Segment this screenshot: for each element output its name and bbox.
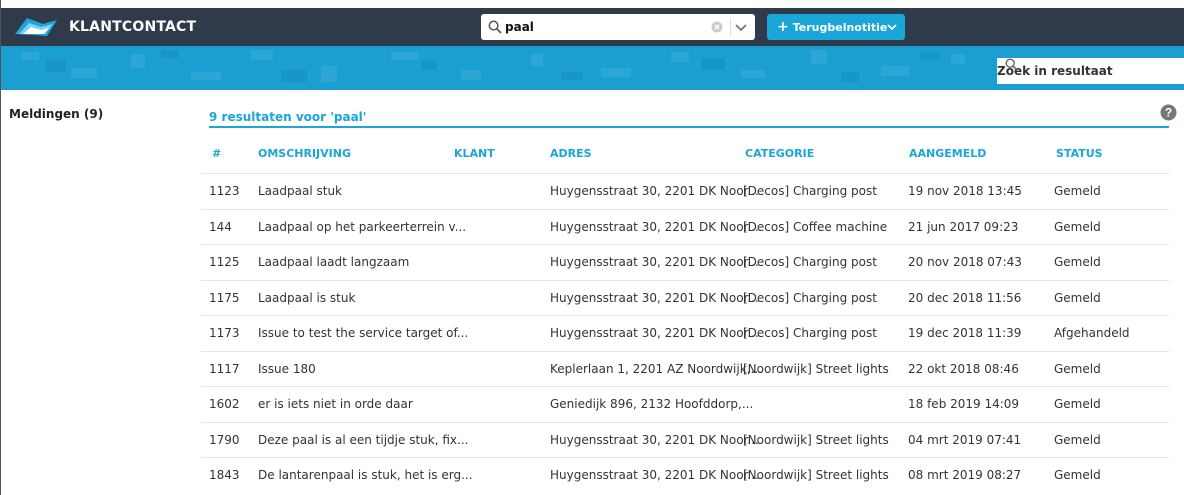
cell-id: 1602 (209, 397, 240, 411)
result-filter-input[interactable]: Zoek in resultaat (997, 58, 1184, 84)
cell-id: 144 (209, 219, 232, 234)
cell-id: 1117 (209, 361, 240, 376)
cell-id: 1175 (209, 290, 240, 305)
cell-address: Keplerlaan 1, 2201 AZ Noordwijk,... (550, 361, 762, 376)
search-input[interactable]: paal (505, 20, 709, 34)
cell-status: Gemeld (1054, 255, 1101, 269)
cell-reported: 20 nov 2018 07:43 (908, 255, 1022, 269)
cell-status: Gemeld (1054, 432, 1101, 447)
sidebar-item-meldingen[interactable]: Meldingen (9) (9, 107, 103, 121)
cell-reported: 22 okt 2018 08:46 (908, 361, 1019, 376)
column-header-address[interactable]: ADRES (550, 147, 592, 160)
table-row[interactable]: 1843 De lantarenpaal is stuk, het is erg… (201, 457, 1169, 493)
table-row[interactable]: 1602 er is iets niet in orde daar Genied… (201, 386, 1169, 422)
table-header: # OMSCHRIJVING KLANT ADRES CATEGORIE AAN… (209, 147, 1169, 161)
cell-status: Gemeld (1054, 361, 1101, 376)
column-header-category[interactable]: CATEGORIE (745, 147, 814, 160)
cell-category: [Noordwijk] Street lights (743, 468, 889, 482)
cell-reported: 20 dec 2018 11:56 (908, 290, 1022, 305)
column-header-customer[interactable]: KLANT (454, 147, 495, 160)
cell-address: Huygensstraat 30, 2201 DK Noor... (550, 432, 759, 447)
cell-category: [Decos] Charging post (743, 184, 877, 198)
cell-description: er is iets niet in orde daar (258, 397, 413, 411)
cell-reported: 04 mrt 2019 07:41 (908, 432, 1022, 447)
app-name: KLANTCONTACT (69, 19, 197, 35)
help-icon[interactable]: ? (1160, 104, 1177, 121)
search-divider (730, 18, 731, 36)
cell-reported: 08 mrt 2019 08:27 (908, 468, 1022, 482)
cell-description: De lantarenpaal is stuk, het is erg... (258, 468, 473, 482)
cell-description: Issue to test the service target of... (258, 326, 469, 340)
cell-description: Laadpaal op het parkeerterrein v... (258, 219, 467, 234)
cell-id: 1843 (209, 468, 240, 482)
cell-description: Laadpaal laadt langzaam (258, 255, 410, 269)
table-row[interactable]: 1173 Issue to test the service target of… (201, 315, 1169, 351)
cell-reported: 19 dec 2018 11:39 (908, 326, 1022, 340)
clear-icon[interactable] (709, 19, 725, 35)
cell-category: [Decos] Coffee machine (743, 219, 888, 234)
create-menu-toggle[interactable] (879, 14, 905, 40)
table-row[interactable]: 1790 Deze paal is al een tijdje stuk, fi… (201, 421, 1169, 458)
column-header-status[interactable]: STATUS (1056, 147, 1103, 160)
add-callback-note-label: Terugbelnotitie (792, 20, 888, 34)
chevron-down-icon (887, 24, 897, 31)
table-row[interactable]: 1123 Laadpaal stuk Huygensstraat 30, 220… (201, 173, 1169, 209)
results-title: 9 resultaten voor 'paal' (209, 110, 367, 124)
cell-status: Gemeld (1054, 468, 1101, 482)
cell-id: 1123 (209, 184, 240, 198)
cell-description: Laadpaal stuk (258, 184, 342, 198)
cell-description: Deze paal is al een tijdje stuk, fix... (258, 432, 469, 447)
cell-description: Laadpaal is stuk (258, 290, 356, 305)
results-header: 9 resultaten voor 'paal' (209, 106, 1169, 128)
cell-status: Gemeld (1054, 184, 1101, 198)
cell-address: Huygensstraat 30, 2201 DK Noor... (550, 290, 759, 305)
cell-address: Huygensstraat 30, 2201 DK Noor... (550, 255, 759, 269)
cell-status: Gemeld (1054, 219, 1101, 234)
svg-text:?: ? (1165, 106, 1172, 120)
cell-category: [Noordwijk] Street lights (743, 361, 889, 376)
cell-id: 1125 (209, 255, 240, 269)
plus-icon: + (777, 19, 789, 35)
results-table-body: 1123 Laadpaal stuk Huygensstraat 30, 220… (201, 173, 1169, 493)
table-row[interactable]: 1117 Issue 180 Keplerlaan 1, 2201 AZ Noo… (201, 350, 1169, 387)
cell-category: [Decos] Charging post (743, 290, 877, 305)
cell-category: [Noordwijk] Street lights (743, 432, 889, 447)
cell-category: [Decos] Charging post (743, 326, 877, 340)
add-callback-note-button[interactable]: + Terugbelnotitie (767, 14, 905, 40)
chevron-down-icon[interactable] (734, 20, 748, 34)
cell-status: Afgehandeld (1054, 326, 1130, 340)
table-row[interactable]: 1125 Laadpaal laadt langzaam Huygensstra… (201, 244, 1169, 280)
search-banner: Zoek in resultaat (1, 46, 1184, 90)
cell-address: Huygensstraat 30, 2201 DK Noor... (550, 326, 759, 340)
brand[interactable]: KLANTCONTACT (13, 8, 196, 46)
app-frame: KLANTCONTACT paal + Terugbelnotitie Zoek… (0, 0, 1184, 495)
search-icon (1005, 58, 1018, 71)
table-row[interactable]: 1175 Laadpaal is stuk Huygensstraat 30, … (201, 279, 1169, 316)
cell-address: Huygensstraat 30, 2201 DK Noor... (550, 468, 759, 482)
column-header-id[interactable]: # (212, 147, 221, 160)
cell-id: 1173 (209, 326, 240, 340)
cell-description: Issue 180 (258, 361, 316, 376)
cell-status: Gemeld (1054, 290, 1101, 305)
cell-address: Huygensstraat 30, 2201 DK Noor... (550, 184, 759, 198)
cell-status: Gemeld (1054, 397, 1101, 411)
cell-id: 1790 (209, 432, 240, 447)
app-logo-icon (15, 18, 57, 36)
cell-address: Geniedijk 896, 2132 Hoofddorp,... (550, 397, 754, 411)
column-header-description[interactable]: OMSCHRIJVING (258, 147, 351, 160)
cell-address: Huygensstraat 30, 2201 DK Noor... (550, 219, 759, 234)
top-bar: KLANTCONTACT paal + Terugbelnotitie (1, 8, 1184, 46)
cell-reported: 18 feb 2019 14:09 (908, 397, 1020, 411)
cell-category: [Decos] Charging post (743, 255, 877, 269)
cell-reported: 21 jun 2017 09:23 (908, 219, 1019, 234)
global-search[interactable]: paal (481, 14, 755, 40)
column-header-reported[interactable]: AANGEMELD (909, 147, 986, 160)
table-row[interactable]: 144 Laadpaal op het parkeerterrein v... … (201, 208, 1169, 245)
cell-reported: 19 nov 2018 13:45 (908, 184, 1022, 198)
search-icon (488, 20, 502, 34)
